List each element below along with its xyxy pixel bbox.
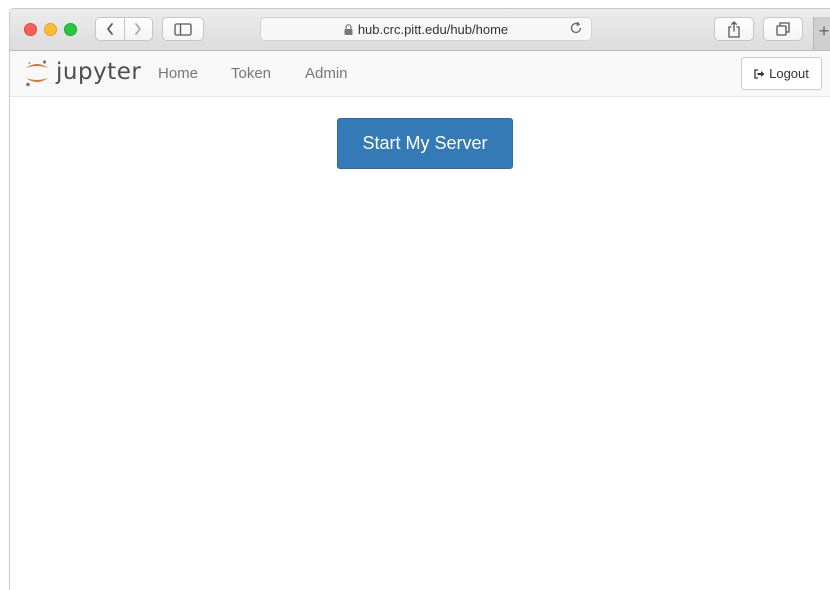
start-my-server-label: Start My Server [362, 133, 488, 153]
new-tab-button[interactable]: + [813, 17, 830, 50]
plus-icon: + [818, 21, 830, 41]
history-nav-group [95, 17, 153, 41]
nav-link-admin[interactable]: Admin [305, 65, 348, 82]
close-window-button[interactable] [24, 23, 37, 36]
chevron-left-icon [106, 23, 113, 35]
browser-window: hub.crc.pitt.edu/hub/home + jupyter Home… [9, 8, 830, 590]
share-button[interactable] [714, 17, 754, 41]
show-tabs-button[interactable] [763, 17, 803, 41]
logo-text: jupyter [56, 59, 142, 85]
reload-icon[interactable] [569, 21, 583, 35]
nav-link-home[interactable]: Home [158, 65, 198, 82]
browser-toolbar: hub.crc.pitt.edu/hub/home + [10, 9, 830, 51]
nav-link-token[interactable]: Token [231, 65, 271, 82]
jupyter-logo[interactable]: jupyter [24, 57, 141, 89]
lock-icon [344, 23, 353, 35]
logout-label: Logout [769, 66, 809, 81]
start-my-server-button[interactable]: Start My Server [337, 118, 513, 169]
back-button[interactable] [96, 18, 124, 40]
minimize-window-button[interactable] [44, 23, 57, 36]
jupyterhub-navbar: jupyter Home Token Admin Logout [10, 51, 830, 97]
sidebar-icon [174, 22, 192, 36]
chevron-right-icon [135, 23, 142, 35]
url-text: hub.crc.pitt.edu/hub/home [357, 21, 509, 37]
share-icon [728, 20, 740, 38]
forward-button[interactable] [125, 18, 153, 40]
tabs-icon [776, 22, 790, 36]
zoom-window-button[interactable] [64, 23, 77, 36]
address-bar[interactable]: hub.crc.pitt.edu/hub/home [260, 17, 592, 41]
sign-out-icon [754, 68, 765, 79]
jupyter-logo-icon [26, 60, 48, 87]
logout-button[interactable]: Logout [741, 57, 822, 90]
sidebar-toggle-button[interactable] [162, 17, 204, 41]
